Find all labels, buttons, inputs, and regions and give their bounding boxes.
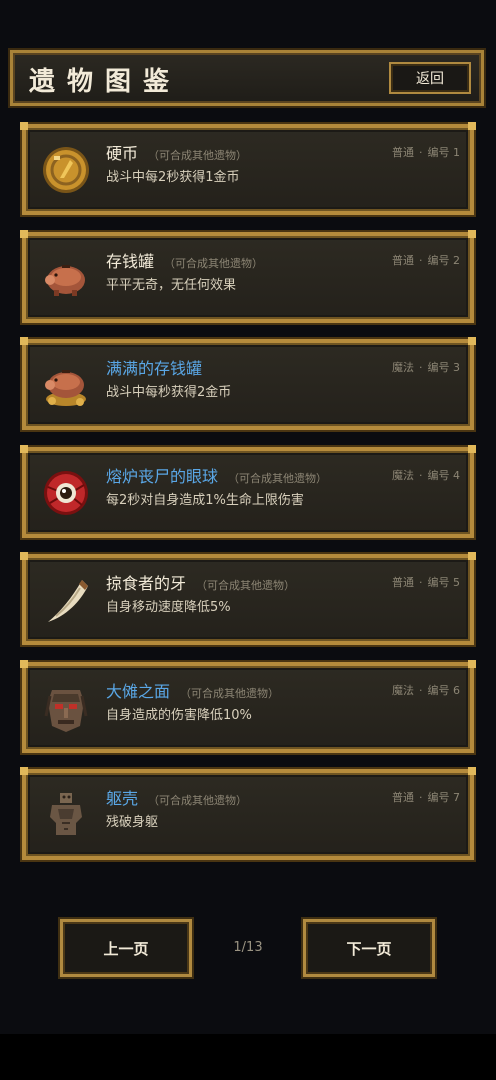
relic-rarity: 魔法 [392, 683, 414, 697]
relic-note: （可合成其他遗物） [196, 579, 296, 592]
relic-name: 满满的存钱罐 [106, 359, 203, 378]
relic-card-eyeball[interactable]: 熔炉丧尸的眼球 （可合成其他遗物） 每2秒对自身造成1%生命上限伤害 魔法 · 编号… [20, 444, 476, 540]
page-indicator: 1/13 [233, 940, 263, 955]
relic-description: 自身造成的伤害降低10% [106, 707, 252, 723]
relic-card-full-piggy-bank[interactable]: 满满的存钱罐 战斗中每秒获得2金币 魔法 · 编号 3 [20, 337, 476, 432]
relic-rarity: 普通 [392, 791, 414, 804]
relic-description: 战斗中每秒获得2金币 [106, 385, 232, 400]
relic-card-piggy-bank[interactable]: 存钱罐 （可合成其他遗物） 平平无奇，无任何效果 普通 · 编号 2 [20, 229, 476, 325]
relic-code: 4 [453, 468, 460, 482]
relic-name: 熔炉丧尸的眼球 [106, 466, 219, 486]
relic-name: 硬币 [106, 144, 139, 163]
relic-card-fang[interactable]: 掠食者的牙 （可合成其他遗物） 自身移动速度降低5% 普通 · 编号 5 [20, 552, 476, 647]
coin-icon [38, 142, 94, 198]
relic-code-label: 编号 [427, 683, 450, 697]
relic-code-label: 编号 [427, 361, 450, 374]
back-button[interactable]: 返回 [389, 62, 471, 94]
relic-description: 每2秒对自身造成1%生命上限伤害 [106, 492, 304, 508]
relic-code: 3 [453, 361, 460, 374]
relic-code: 7 [453, 791, 460, 804]
prev-page-label: 上一页 [103, 939, 149, 958]
relic-codex-screen: 遗物图鉴 返回 硬币 （可合成其他遗物） 战斗中每2秒获得1金币 普通 · 编号… [0, 0, 496, 1080]
relic-name: 躯壳 [106, 789, 139, 808]
relic-name: 掠食者的牙 [106, 574, 187, 593]
husk-icon [38, 787, 94, 843]
relic-description: 残破身躯 [106, 815, 159, 830]
relic-note: （可合成其他遗物） [148, 149, 248, 162]
relic-meta: 普通 · 编号 7 [392, 791, 460, 804]
relic-code-label: 编号 [427, 576, 450, 589]
next-page-button[interactable]: 下一页 [301, 917, 437, 979]
relic-card-mask[interactable]: 大傩之面 （可合成其他遗物） 自身造成的伤害降低10% 魔法 · 编号 6 [20, 659, 476, 755]
next-page-label: 下一页 [346, 939, 392, 958]
relic-code-label: 编号 [427, 468, 450, 482]
relic-note: （可合成其他遗物） [228, 471, 328, 485]
relic-meta: 魔法 · 编号 4 [392, 468, 460, 482]
fang-icon [38, 572, 94, 628]
relic-description: 平平无奇，无任何效果 [106, 277, 237, 293]
relic-rarity: 普通 [392, 146, 414, 159]
relic-code: 1 [453, 146, 460, 159]
header-bar: 遗物图鉴 返回 [8, 48, 486, 108]
relic-meta: 魔法 · 编号 6 [392, 683, 460, 697]
relic-code-label: 编号 [427, 253, 450, 267]
full-piggy-bank-icon [38, 357, 94, 413]
relic-meta: 普通 · 编号 5 [392, 576, 460, 589]
relic-note: （可合成其他遗物） [148, 794, 248, 807]
relic-name: 大傩之面 [106, 681, 171, 701]
relic-code: 2 [453, 253, 460, 267]
relic-rarity: 魔法 [392, 361, 414, 374]
relic-meta: 魔法 · 编号 3 [392, 361, 460, 374]
relic-code-label: 编号 [427, 791, 450, 804]
relic-note: （可合成其他遗物） [164, 256, 264, 270]
relic-code: 5 [453, 576, 460, 589]
relic-code-label: 编号 [427, 146, 450, 159]
back-button-label: 返回 [416, 71, 444, 87]
relic-meta: 普通 · 编号 1 [392, 146, 460, 159]
prev-page-button[interactable]: 上一页 [58, 917, 194, 979]
piggy-bank-icon [38, 250, 94, 306]
relic-name: 存钱罐 [106, 251, 155, 271]
relic-card-coin[interactable]: 硬币 （可合成其他遗物） 战斗中每2秒获得1金币 普通 · 编号 1 [20, 122, 476, 217]
relic-description: 自身移动速度降低5% [106, 600, 231, 615]
relic-rarity: 普通 [392, 253, 414, 267]
relic-note: （可合成其他遗物） [180, 686, 280, 700]
eyeball-icon [38, 465, 94, 521]
relic-description: 战斗中每2秒获得1金币 [106, 170, 240, 185]
relic-card-husk[interactable]: 躯壳 （可合成其他遗物） 残破身躯 普通 · 编号 7 [20, 767, 476, 862]
page-title: 遗物图鉴 [29, 67, 182, 97]
relic-code: 6 [453, 683, 460, 697]
relic-rarity: 魔法 [392, 468, 414, 482]
relic-list: 硬币 （可合成其他遗物） 战斗中每2秒获得1金币 普通 · 编号 1 存钱罐 （… [20, 122, 476, 877]
relic-rarity: 普通 [392, 576, 414, 589]
relic-meta: 普通 · 编号 2 [392, 253, 460, 267]
mask-icon [38, 680, 94, 736]
system-nav-bar [0, 1034, 496, 1080]
